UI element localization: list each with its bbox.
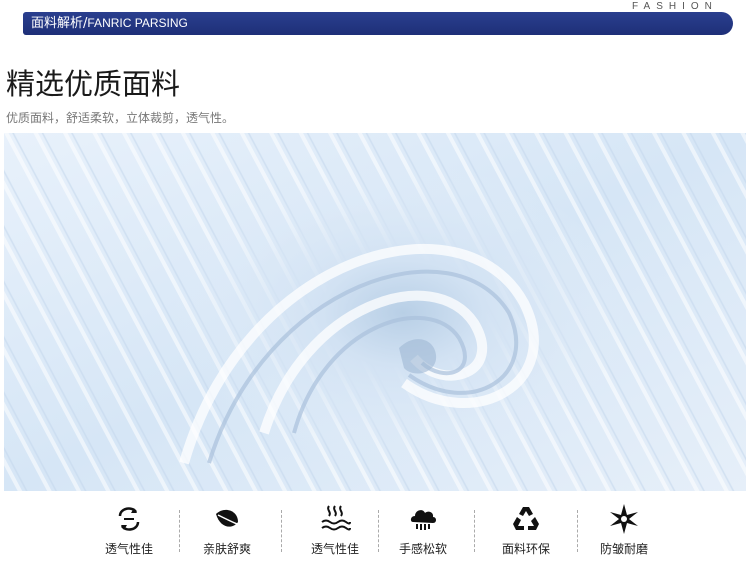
- feature-item: 防皱耐磨: [579, 500, 669, 562]
- feature-item: 透气性佳: [84, 500, 174, 562]
- feature-item: 手感松软: [378, 500, 468, 562]
- fabric-photo: [4, 133, 746, 491]
- feature-label: 手感松软: [398, 542, 447, 556]
- feature-label: 亲肤舒爽: [202, 542, 251, 556]
- section-header-title: 面料解析/FANRIC PARSING: [31, 12, 188, 35]
- feature-divider: [474, 510, 475, 552]
- feature-label: 面料环保: [501, 542, 550, 556]
- feature-label: 透气性佳: [310, 542, 359, 556]
- page-title: 精选优质面料: [6, 67, 181, 101]
- feature-item: 透气性佳: [290, 500, 380, 562]
- fabric-illustration: [4, 133, 746, 491]
- feature-divider: [577, 510, 578, 552]
- feature-divider: [281, 510, 282, 552]
- header-title-en: FANRIC PARSING: [87, 16, 188, 30]
- header-title-cn: 面料解析/: [31, 16, 88, 31]
- feature-row: 透气性佳 亲肤舒爽 透气性佳 手感松软 面料环保 防皱耐磨: [0, 500, 750, 570]
- breathable-swirl-icon: [118, 507, 140, 531]
- section-header-bar: 面料解析/FANRIC PARSING: [23, 12, 733, 35]
- star-burst-icon: [610, 504, 638, 534]
- feature-label: 防皱耐磨: [599, 542, 648, 556]
- cloud-hand-icon: [410, 510, 436, 530]
- page-subtitle: 优质面料，舒适柔软，立体裁剪，透气性。: [6, 111, 235, 125]
- feature-divider: [179, 510, 180, 552]
- recycle-icon: [513, 507, 539, 530]
- heat-waves-icon: [321, 505, 351, 531]
- leaf-icon: [216, 509, 238, 527]
- feature-label: 透气性佳: [104, 542, 153, 556]
- feature-item: 亲肤舒爽: [182, 500, 272, 562]
- feature-item: 面料环保: [481, 500, 571, 562]
